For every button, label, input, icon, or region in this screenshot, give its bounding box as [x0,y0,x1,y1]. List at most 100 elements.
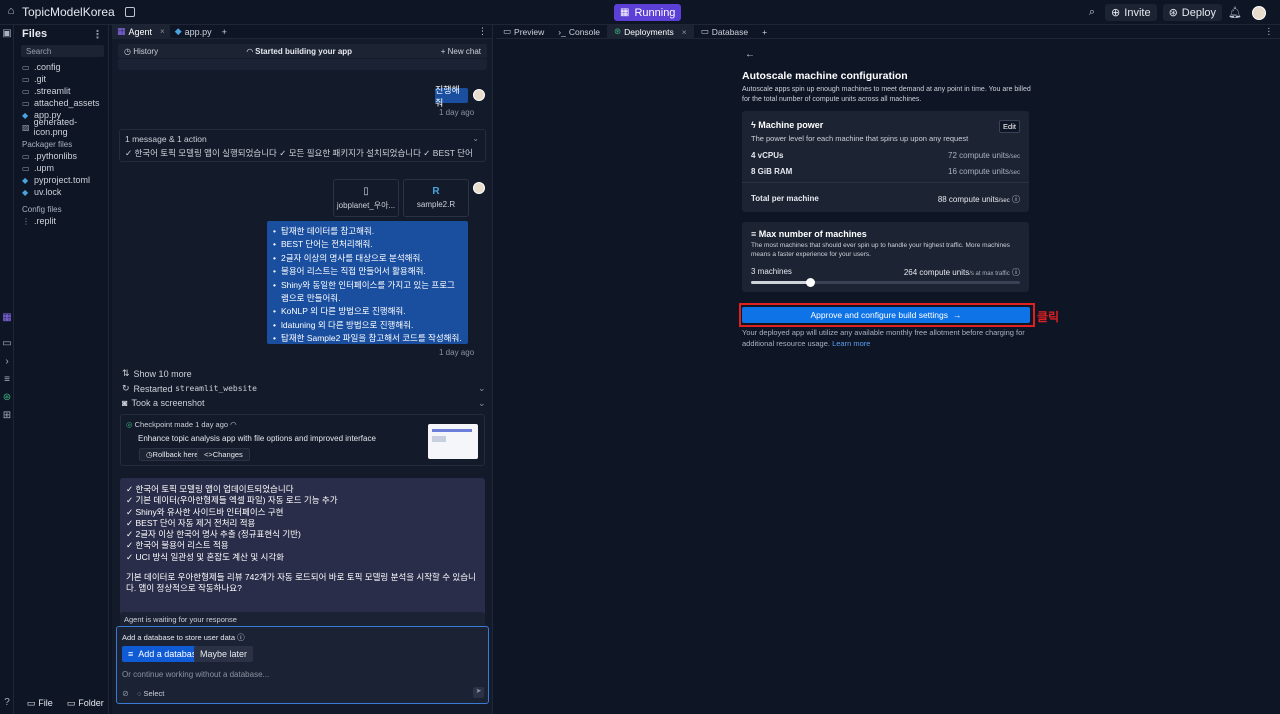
files-header: Files ⋮ [17,27,108,41]
per-sec: /sec [998,198,1010,204]
per-sec: /sec [1008,154,1020,160]
add-tab-button[interactable]: + [755,25,774,39]
user-message-text: 진행해줘 [435,84,460,108]
agent-summary-card: ✓ 한국어 토픽 모델링 앱이 업데이트되었습니다 ✓ 기본 데이터(우아한형제… [120,478,485,624]
bell-icon[interactable]: 🔔︎ [1228,6,1242,19]
approve-configure-button[interactable]: Approve and configure build settings → [742,307,1030,323]
slider-thumb[interactable] [806,278,816,287]
back-arrow-icon[interactable]: ← [745,49,755,60]
file-item[interactable]: ⋮ .replit [17,215,108,227]
attachment-card[interactable]: R sample2.R [403,179,469,217]
checkpoint-thumbnail[interactable] [428,424,478,459]
file-item[interactable]: ▭ .streamlit [17,85,108,97]
file-label: attached_assets [34,98,100,108]
deploy-rail-icon[interactable]: ⊛ [1,392,13,403]
edit-button[interactable]: Edit [999,120,1020,133]
list-item: ldatuning 외 다른 방법으로 진행해줘. [273,319,462,333]
tab-agent[interactable]: ▦ Agent × [112,24,170,39]
info-icon[interactable]: ⓘ [237,633,245,642]
agent-rail-icon[interactable]: ▦ [1,312,13,323]
project-title[interactable]: TopicModelKorea [22,5,115,19]
close-icon[interactable]: × [682,27,687,37]
max-machines-title: ≡ Max number of machines [751,229,867,239]
file-label: generated-icon.png [33,117,78,137]
tabs-more-icon[interactable]: ⋮ [1258,25,1280,39]
new-folder-button[interactable]: ▭ Folder [66,696,104,710]
maybe-later-button[interactable]: Maybe later [194,646,254,662]
user-avatar[interactable] [1252,5,1266,20]
file-item[interactable]: ▭ .upm [17,162,108,174]
rollback-button[interactable]: ◷ Rollback here [139,448,206,461]
restarted-row[interactable]: ↻ Restarted streamlit_website ⌄ [122,383,490,394]
checkpoint-title: Enhance topic analysis app with file opt… [138,434,376,443]
select-button[interactable]: ◌ Select [137,689,164,698]
home-icon[interactable]: ⌂ [4,5,18,19]
new-chat-button[interactable]: + New chat [441,47,481,56]
tab-label: Agent [128,26,153,37]
file-item[interactable]: ▭ .pythonlibs [17,150,108,162]
file-item[interactable]: ▭ attached_assets [17,97,108,109]
run-status-button[interactable]: ▦ Running [614,4,682,21]
chevron-down-icon[interactable]: ⌄ [472,134,479,143]
python-icon: ◆ [22,187,29,197]
total-row: Total per machine 88 compute units/sec ⓘ [751,194,1020,205]
screenshot-label: Took a screenshot [131,398,205,408]
code-icon: <> [204,450,213,459]
attach-button[interactable]: ⊘ [122,689,129,698]
file-item[interactable]: ◆ uv.lock [17,186,108,198]
vcpu-row: 4 vCPUs 72 compute units/sec [751,151,1020,160]
invite-button[interactable]: ⊕ Invite [1105,4,1157,21]
help-icon[interactable]: ? [1,697,13,708]
expand-icon: ⇅ [122,368,130,378]
info-icon[interactable]: ⓘ [1012,268,1020,277]
close-icon[interactable]: × [160,27,165,36]
tabs-more-icon[interactable]: ⋮ [473,25,492,39]
action-summary-card[interactable]: 1 message & 1 action ✓ 한국어 토픽 모델링 앱이 실행되… [119,129,486,162]
file-label: pyproject.toml [34,175,91,185]
user-avatar [473,182,485,194]
new-file-button[interactable]: ▭ File [21,696,59,710]
screenshot-row[interactable]: ◙ Took a screenshot ⌄ [122,398,490,409]
tab-preview[interactable]: ▭ Preview [496,25,551,39]
file-item[interactable]: ▭ .config [17,61,108,73]
changes-button[interactable]: <> Changes [197,448,250,461]
machines-slider[interactable] [751,278,1020,287]
new-file-label: File [38,698,53,708]
tab-database[interactable]: ▭ Database [694,25,755,39]
files-search-input[interactable]: Search [21,45,104,57]
tab-label: Deployments [624,26,674,37]
grid-icon: ▦ [620,7,630,18]
chat-input[interactable]: Or continue working without a database..… [122,670,269,679]
layout-icon[interactable] [124,7,135,17]
database-rail-icon[interactable]: ≡ [1,374,13,385]
page-description: Autoscale apps spin up enough machines t… [742,86,1031,103]
deploy-button[interactable]: ⊛ Deploy [1162,4,1223,21]
learn-more-link[interactable]: Learn more [832,339,870,348]
file-item[interactable]: ▭ .git [17,73,108,85]
search-icon[interactable]: ⌕ [1089,6,1095,19]
tab-label: Preview [514,26,545,37]
tab-app-py[interactable]: ◆ app.py [170,25,217,39]
preview-rail-icon[interactable]: ▭ [1,338,13,349]
tab-deployments[interactable]: ⊛ Deployments × [607,24,694,39]
file-item[interactable]: ▨ generated-icon.png [17,117,108,137]
summary-line: ✓ UCI 방식 일관성 및 혼잡도 계산 및 시각화 [126,551,284,562]
show-more-button[interactable]: ⇅ Show 10 more [122,368,192,379]
add-tab-button[interactable]: + [217,25,232,39]
user-message: 진행해줘 [435,85,468,108]
tools-rail-icon[interactable]: ⊞ [1,410,13,421]
approve-label: Approve and configure build settings [810,310,948,320]
send-button[interactable]: ➤ [473,687,484,698]
file-label: .config [34,62,61,72]
file-item[interactable]: ◆ pyproject.toml [17,174,108,186]
edit-label: Edit [1003,122,1016,131]
files-rail-icon[interactable]: ▣ [1,28,13,39]
tab-console[interactable]: ›_ Console [551,25,607,39]
action-title: 1 message & 1 action [125,134,207,144]
list-item: 탑재한 데이터를 참고해줘. [273,225,462,239]
more-options-icon[interactable]: ⋮ [92,28,103,41]
history-button[interactable]: ◷ History [124,47,158,56]
console-rail-icon[interactable]: › [1,356,13,367]
attachment-card[interactable]: ▯ jobplanet_우아... [333,179,399,217]
info-icon[interactable]: ⓘ [1012,195,1020,204]
